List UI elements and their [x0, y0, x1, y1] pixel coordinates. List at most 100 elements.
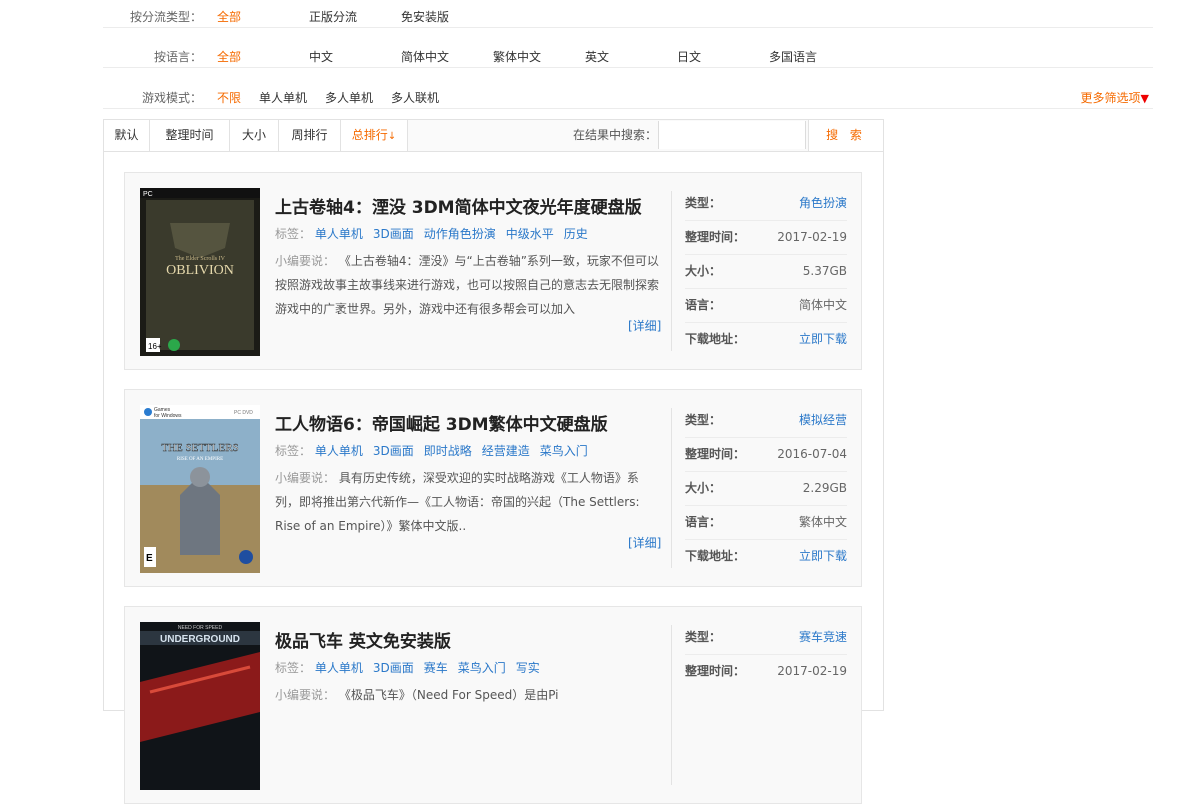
- info-row-language: 语言： 简体中文: [685, 289, 847, 323]
- svg-text:for Windows: for Windows: [154, 413, 182, 419]
- info-key: 整理时间：: [685, 664, 746, 678]
- genre-link[interactable]: 赛车竞速: [799, 621, 847, 654]
- filter-row-language: 按语言： 全部 中文 简体中文 繁体中文 英文 日文 多国语言: [103, 28, 1153, 68]
- game-description: 小编要说： 具有历史传统，深受欢迎的实时战略游戏《工人物语》系列，即将推出第六代…: [275, 466, 661, 538]
- info-key: 下载地址：: [685, 332, 746, 346]
- info-row-date: 整理时间： 2017-02-19: [685, 221, 847, 255]
- info-key: 类型：: [685, 196, 722, 210]
- tag-link[interactable]: 中级水平: [506, 227, 554, 241]
- game-title[interactable]: 工人物语6：帝国崛起 3DM繁体中文硬盘版: [275, 410, 608, 435]
- triangle-down-icon: ▼: [1140, 92, 1149, 105]
- divider: [671, 408, 672, 568]
- tags-label: 标签：: [275, 227, 312, 241]
- info-key: 下载地址：: [685, 549, 746, 563]
- tag-link[interactable]: 写实: [516, 661, 540, 675]
- info-row-download: 下载地址： 立即下载: [685, 323, 847, 356]
- info-key: 整理时间：: [685, 447, 746, 461]
- tag-link[interactable]: 菜鸟入门: [458, 661, 506, 675]
- info-value: 2017-02-19: [777, 230, 847, 244]
- download-link[interactable]: 立即下载: [799, 540, 847, 573]
- svg-text:PC: PC: [143, 191, 153, 198]
- search-label: 在结果中搜索：: [573, 128, 658, 142]
- more-filters-button[interactable]: 更多筛选项▼: [1081, 68, 1149, 129]
- tag-link[interactable]: 单人单机: [315, 227, 363, 241]
- genre-link[interactable]: 模拟经营: [799, 404, 847, 437]
- tag-link[interactable]: 即时战略: [424, 444, 472, 458]
- game-title[interactable]: 上古卷轴4：湮没 3DM简体中文夜光年度硬盘版: [275, 193, 642, 218]
- info-value: 2016-07-04: [777, 447, 847, 461]
- info-row-size: 大小： 2.29GB: [685, 472, 847, 506]
- game-card: NEED FOR SPEED UNDERGROUND 极品飞车 英文免安装版 标…: [124, 606, 862, 804]
- sort-tab-default[interactable]: 默认: [104, 120, 150, 151]
- game-info: 类型： 模拟经营 整理时间： 2016-07-04 大小： 2.29GB 语言： 繁体中…: [685, 404, 847, 573]
- tag-link[interactable]: 赛车: [424, 661, 448, 675]
- tag-link[interactable]: 经营建造: [482, 444, 530, 458]
- info-key: 大小：: [685, 481, 722, 495]
- info-row-type: 类型： 模拟经营: [685, 404, 847, 438]
- tag-link[interactable]: 3D画面: [373, 444, 414, 458]
- download-link[interactable]: 立即下载: [799, 323, 847, 356]
- game-info: 类型： 角色扮演 整理时间： 2017-02-19 大小： 5.37GB 语言： 简体中…: [685, 187, 847, 356]
- info-value: 5.37GB: [802, 264, 847, 278]
- tag-link[interactable]: 单人单机: [315, 661, 363, 675]
- info-row-type: 类型： 角色扮演: [685, 187, 847, 221]
- info-value: 2.29GB: [802, 481, 847, 495]
- desc-label: 小编要说：: [275, 688, 336, 702]
- tag-link[interactable]: 单人单机: [315, 444, 363, 458]
- game-tags: 标签： 单人单机 3D画面 赛车 菜鸟入门 写实: [275, 659, 550, 676]
- desc-text: 《极品飞车》（Need For Speed）是由Pi: [338, 688, 559, 702]
- cover-title: THE SETTLERS: [161, 442, 238, 454]
- game-title[interactable]: 极品飞车 英文免安装版: [275, 627, 451, 652]
- sort-tab-time[interactable]: 整理时间: [150, 120, 230, 151]
- info-value: 繁体中文: [798, 515, 847, 529]
- info-row-size: 大小： 5.37GB: [685, 255, 847, 289]
- search-input[interactable]: [658, 121, 806, 149]
- game-description: 小编要说： 《上古卷轴4：湮没》与“上古卷轴”系列一致，玩家不但可以按照游戏故事…: [275, 249, 661, 321]
- filter-row-type: 按分流类型： 全部 正版分流 免安装版: [103, 0, 1153, 28]
- detail-link[interactable]: [详细]: [628, 317, 661, 334]
- game-info: 类型： 赛车竞速 整理时间： 2017-02-19: [685, 621, 847, 688]
- filter-row-mode: 游戏模式： 不限 单人单机 多人单机 多人联机 更多筛选项▼: [103, 68, 1153, 109]
- tag-link[interactable]: 历史: [564, 227, 588, 241]
- divider: [671, 191, 672, 351]
- tag-link[interactable]: 3D画面: [373, 227, 414, 241]
- svg-text:PC DVD: PC DVD: [234, 410, 253, 416]
- sort-tab-total-label: 总排行: [351, 128, 388, 142]
- cover-title: UNDERGROUND: [160, 634, 240, 645]
- tag-link[interactable]: 动作角色扮演: [424, 227, 496, 241]
- sort-tab-total[interactable]: 总排行↓: [341, 120, 408, 151]
- game-description: 小编要说： 《极品飞车》（Need For Speed）是由Pi: [275, 683, 661, 707]
- info-key: 大小：: [685, 264, 722, 278]
- tag-link[interactable]: 3D画面: [373, 661, 414, 675]
- more-filters-label: 更多筛选项: [1080, 91, 1141, 105]
- genre-link[interactable]: 角色扮演: [799, 187, 847, 220]
- game-card: PC The Elder Scrolls IV OBLIVION 16+ 上古卷…: [124, 172, 862, 370]
- sort-tab-size[interactable]: 大小: [230, 120, 279, 151]
- tags-label: 标签：: [275, 444, 312, 458]
- info-key: 语言：: [685, 515, 722, 529]
- info-row-download: 下载地址： 立即下载: [685, 540, 847, 573]
- game-cover-nfs[interactable]: NEED FOR SPEED UNDERGROUND: [140, 622, 260, 790]
- detail-link[interactable]: [详细]: [628, 534, 661, 551]
- game-card: Games for Windows PC DVD THE SETTLERS RI…: [124, 389, 862, 587]
- game-tags: 标签： 单人单机 3D画面 即时战略 经营建造 菜鸟入门: [275, 442, 598, 459]
- info-row-date: 整理时间： 2016-07-04: [685, 438, 847, 472]
- svg-text:16+: 16+: [148, 342, 162, 351]
- desc-label: 小编要说：: [275, 254, 336, 268]
- search-button[interactable]: 搜 索: [808, 120, 883, 151]
- info-key: 整理时间：: [685, 230, 746, 244]
- info-value: 2017-02-19: [777, 664, 847, 678]
- info-row-date: 整理时间： 2017-02-19: [685, 655, 847, 688]
- game-cover-oblivion[interactable]: PC The Elder Scrolls IV OBLIVION 16+: [140, 188, 260, 356]
- game-cover-settlers[interactable]: Games for Windows PC DVD THE SETTLERS RI…: [140, 405, 260, 573]
- game-tags: 标签： 单人单机 3D画面 动作角色扮演 中级水平 历史: [275, 225, 598, 242]
- info-row-type: 类型： 赛车竞速: [685, 621, 847, 655]
- results-panel: 默认 整理时间 大小 周排行 总排行↓ 在结果中搜索： 搜 索 PC The E…: [103, 119, 884, 804]
- desc-label: 小编要说：: [275, 471, 336, 485]
- tags-label: 标签：: [275, 661, 312, 675]
- info-value: 简体中文: [798, 298, 847, 312]
- cover-subtitle: The Elder Scrolls IV: [175, 256, 225, 262]
- sort-tab-weekly[interactable]: 周排行: [279, 120, 341, 151]
- tag-link[interactable]: 菜鸟入门: [540, 444, 588, 458]
- cover-subtitle: RISE OF AN EMPIRE: [177, 457, 223, 462]
